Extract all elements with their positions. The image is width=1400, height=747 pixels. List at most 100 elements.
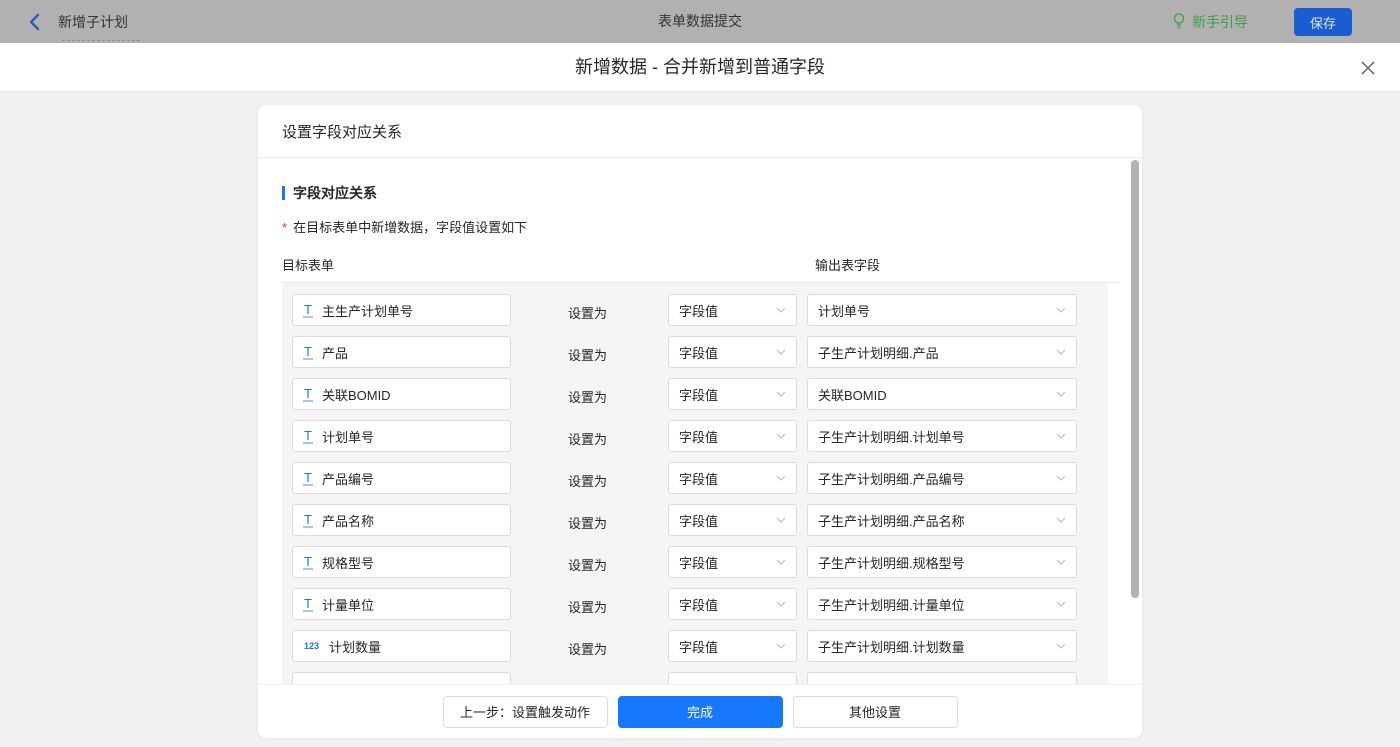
- set-as-label: 设置为: [568, 555, 607, 574]
- target-field-label: 计量单位: [322, 595, 374, 614]
- chevron-down-icon: [1056, 643, 1066, 649]
- field-mapping-row: T 关联BOMID 设置为 字段值 关联BOMID: [292, 378, 1108, 410]
- field-mapping-panel: T 主生产计划单号 设置为 字段值 计划单号 T 产品 设置为 字段值: [282, 283, 1108, 684]
- modal-title: 新增数据 - 合并新增到普通字段: [575, 43, 825, 92]
- column-headers: 目标表单 输出表字段: [282, 255, 1118, 283]
- chevron-down-icon: [1056, 601, 1066, 607]
- save-button[interactable]: 保存: [1294, 8, 1352, 36]
- back-button[interactable]: 新增子计划: [28, 0, 128, 43]
- settings-card: 设置字段对应关系 字段对应关系 *在目标表单中新增数据，字段值设置如下 目标表单…: [258, 105, 1142, 738]
- target-field-input[interactable]: T 关联BOMID: [292, 378, 511, 410]
- guide-label: 新手引导: [1192, 12, 1248, 32]
- chevron-down-icon: [1056, 475, 1066, 481]
- card-footer: 上一步：设置触发动作 完成 其他设置: [258, 684, 1142, 738]
- value-mode-select[interactable]: 字段值: [668, 420, 797, 452]
- output-field-select[interactable]: 子生产计划明细.产品编号: [807, 462, 1077, 494]
- output-field-select[interactable]: [807, 672, 1077, 684]
- value-mode-select[interactable]: 字段值: [668, 378, 797, 410]
- output-field-select[interactable]: 计划单号: [807, 294, 1077, 326]
- section-note: *在目标表单中新增数据，字段值设置如下: [282, 217, 1142, 236]
- field-type-icon: T: [303, 513, 313, 528]
- chevron-down-icon: [1056, 517, 1066, 523]
- output-field-select[interactable]: 子生产计划明细.规格型号: [807, 546, 1077, 578]
- section-title-label: 字段对应关系: [293, 183, 377, 203]
- value-mode-value: 字段值: [679, 595, 718, 614]
- close-icon[interactable]: [1360, 60, 1376, 76]
- value-mode-select[interactable]: 字段值: [668, 546, 797, 578]
- value-mode-select[interactable]: [668, 672, 797, 684]
- target-field-input[interactable]: T 产品: [292, 336, 511, 368]
- value-mode-value: 字段值: [679, 301, 718, 320]
- previous-step-button[interactable]: 上一步：设置触发动作: [443, 696, 608, 728]
- vertical-scrollbar[interactable]: [1131, 160, 1139, 598]
- value-mode-select[interactable]: 字段值: [668, 588, 797, 620]
- target-field-input[interactable]: 123 计划数量: [292, 630, 511, 662]
- target-field-label: 规格型号: [322, 553, 374, 572]
- chevron-down-icon: [1056, 433, 1066, 439]
- flow-title: 新增子计划: [58, 12, 128, 32]
- output-field-select[interactable]: 子生产计划明细.计划数量: [807, 630, 1077, 662]
- target-field-input[interactable]: T 计划单号: [292, 420, 511, 452]
- chevron-down-icon: [776, 559, 786, 565]
- value-mode-select[interactable]: 字段值: [668, 504, 797, 536]
- target-field-input[interactable]: T 计量单位: [292, 588, 511, 620]
- target-field-label: 计划数量: [329, 637, 381, 656]
- field-type-icon: T: [303, 387, 313, 402]
- target-field-input[interactable]: T 规格型号: [292, 546, 511, 578]
- target-field-label: 主生产计划单号: [322, 301, 413, 320]
- column-header-output-field: 输出表字段: [815, 255, 880, 274]
- target-field-label: 产品名称: [322, 511, 374, 530]
- field-mapping-row: T 主生产计划单号 设置为 字段值 计划单号: [292, 294, 1108, 326]
- output-field-select[interactable]: 关联BOMID: [807, 378, 1077, 410]
- column-header-target-form: 目标表单: [282, 255, 334, 274]
- value-mode-value: 字段值: [679, 637, 718, 656]
- finish-button[interactable]: 完成: [618, 696, 783, 728]
- output-field-value: 子生产计划明细.计划单号: [818, 427, 965, 446]
- value-mode-value: 字段值: [679, 343, 718, 362]
- set-as-label: 设置为: [568, 387, 607, 406]
- set-as-label: 设置为: [568, 513, 607, 532]
- value-mode-select[interactable]: 字段值: [668, 294, 797, 326]
- field-type-icon: T: [303, 345, 313, 360]
- output-field-value: 子生产计划明细.产品: [818, 343, 939, 362]
- modal-header: 新增数据 - 合并新增到普通字段: [0, 43, 1400, 92]
- set-as-label: 设置为: [568, 429, 607, 448]
- target-field-label: 产品: [322, 343, 348, 362]
- target-field-input[interactable]: T 主生产计划单号: [292, 294, 511, 326]
- value-mode-select[interactable]: 字段值: [668, 630, 797, 662]
- output-field-select[interactable]: 子生产计划明细.产品: [807, 336, 1077, 368]
- set-as-label: 设置为: [568, 639, 607, 658]
- field-mapping-row: T 规格型号 设置为 字段值 子生产计划明细.规格型号: [292, 546, 1108, 578]
- lightbulb-icon: [1172, 12, 1186, 31]
- output-field-value: 子生产计划明细.产品名称: [818, 511, 965, 530]
- value-mode-select[interactable]: 字段值: [668, 462, 797, 494]
- other-settings-button[interactable]: 其他设置: [793, 696, 958, 728]
- value-mode-select[interactable]: 字段值: [668, 336, 797, 368]
- field-mapping-row: 设置为: [292, 672, 1108, 684]
- target-field-label: 关联BOMID: [322, 385, 391, 404]
- required-mark: *: [282, 220, 287, 235]
- output-field-select[interactable]: 子生产计划明细.计划单号: [807, 420, 1077, 452]
- output-field-value: 关联BOMID: [818, 385, 887, 404]
- field-mapping-row: T 产品编号 设置为 字段值 子生产计划明细.产品编号: [292, 462, 1108, 494]
- target-field-input[interactable]: T 产品编号: [292, 462, 511, 494]
- section-accent-bar: [282, 186, 285, 200]
- chevron-down-icon: [776, 601, 786, 607]
- field-type-icon: 123: [303, 640, 320, 653]
- set-as-label: 设置为: [568, 303, 607, 322]
- field-mapping-row: 123 计划数量 设置为 字段值 子生产计划明细.计划数量: [292, 630, 1108, 662]
- field-mapping-row: T 计量单位 设置为 字段值 子生产计划明细.计量单位: [292, 588, 1108, 620]
- output-field-select[interactable]: 子生产计划明细.产品名称: [807, 504, 1077, 536]
- chevron-down-icon: [776, 643, 786, 649]
- chevron-down-icon: [776, 433, 786, 439]
- chevron-down-icon: [1056, 391, 1066, 397]
- target-field-input[interactable]: T 产品名称: [292, 504, 511, 536]
- field-type-icon: T: [303, 597, 313, 612]
- chevron-down-icon: [776, 517, 786, 523]
- section-title: 字段对应关系: [282, 183, 1142, 203]
- output-field-select[interactable]: 子生产计划明细.计量单位: [807, 588, 1077, 620]
- target-field-input[interactable]: [292, 672, 511, 684]
- output-field-value: 子生产计划明细.计划数量: [818, 637, 965, 656]
- beginner-guide-link[interactable]: 新手引导: [1172, 0, 1248, 43]
- chevron-down-icon: [1056, 307, 1066, 313]
